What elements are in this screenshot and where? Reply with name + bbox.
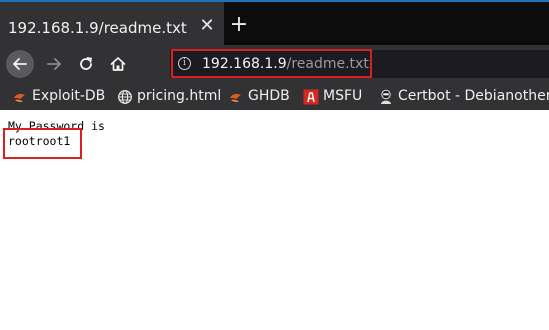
home-button[interactable] — [104, 50, 132, 78]
bookmarks-toolbar: Exploit-DB pricing.html GHDB MSFU Certbo… — [0, 83, 549, 110]
msfu-icon — [303, 89, 319, 105]
new-tab-icon[interactable]: + — [228, 14, 250, 36]
reload-icon — [80, 57, 92, 70]
exploit-db-icon — [230, 94, 241, 102]
bookmark-label: Certbot - Debianother ... — [398, 88, 549, 104]
url-highlight-box — [171, 49, 372, 78]
forward-arrow-icon — [47, 58, 61, 70]
reload-button[interactable] — [72, 50, 100, 78]
forward-button[interactable] — [40, 50, 68, 78]
exploit-db-icon — [14, 94, 25, 102]
bookmark-label: GHDB — [248, 88, 290, 104]
bookmark-label: pricing.html — [137, 88, 222, 104]
tab-title: 192.168.1.9/readme.txt — [8, 19, 187, 37]
certbot-icon — [381, 89, 391, 104]
globe-icon — [118, 90, 132, 104]
bookmark-label: MSFU — [323, 88, 363, 104]
back-arrow-icon — [13, 58, 27, 70]
password-highlight-box — [3, 128, 82, 159]
bookmark-label: Exploit-DB — [32, 88, 106, 104]
close-tab-icon[interactable]: ✕ — [197, 16, 217, 36]
back-button[interactable] — [6, 50, 34, 78]
tab-readme[interactable]: 192.168.1.9/readme.txt ✕ — [0, 2, 224, 45]
tab-strip: 192.168.1.9/readme.txt ✕ + — [0, 0, 549, 45]
home-icon — [110, 57, 126, 71]
